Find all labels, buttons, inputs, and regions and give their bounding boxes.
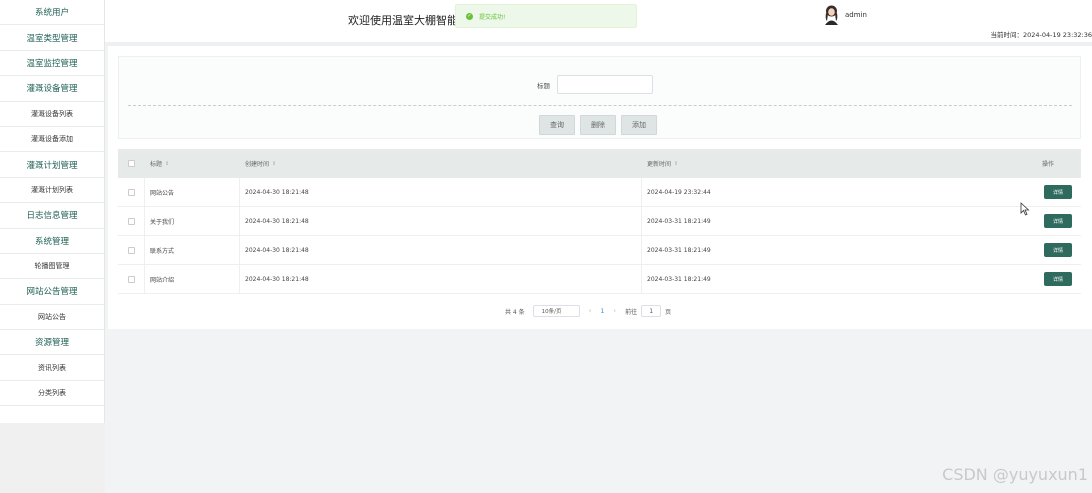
search-panel: 标题 查询 删除 添加 xyxy=(118,56,1081,139)
sidebar-item-greenhouse-monitor[interactable]: 温室监控管理 xyxy=(0,51,104,77)
check-circle-icon: ✓ xyxy=(466,12,473,20)
search-label: 标题 xyxy=(537,82,550,90)
sort-icon[interactable]: ⇕ xyxy=(165,161,169,167)
main-content: 标题 查询 删除 添加 标题 ⇕ 创建时间 ⇕ 更新时间 ⇕ 操作 网站公告 2024… xyxy=(108,46,1092,329)
notice-table: 标题 ⇕ 创建时间 ⇕ 更新时间 ⇕ 操作 网站公告 2024-04-30 18:21… xyxy=(118,149,1081,294)
detail-button[interactable]: 详情 xyxy=(1044,214,1072,228)
success-toast: ✓ 提交成功! xyxy=(455,4,637,28)
sidebar-item-category-list[interactable]: 分类列表 xyxy=(0,381,104,407)
cell-title: 关于我们 xyxy=(145,207,240,235)
goto-suffix: 页 xyxy=(665,308,672,316)
sidebar-item-device-list[interactable]: 灌溉设备列表 xyxy=(0,102,104,127)
table-row: 关于我们 2024-04-30 18:21:48 2024-03-31 18:2… xyxy=(118,207,1081,236)
col-updated[interactable]: 更新时间 xyxy=(647,159,671,168)
welcome-title: 欢迎使用温室大棚智能 xyxy=(348,14,458,27)
current-page[interactable]: 1 xyxy=(600,308,604,315)
watermark: CSDN @yuyuxun1 xyxy=(942,465,1088,484)
detail-button[interactable]: 详情 xyxy=(1044,243,1072,257)
table-row: 网站公告 2024-04-30 18:21:48 2024-04-19 23:3… xyxy=(118,178,1081,207)
sidebar-item-logs[interactable]: 日志信息管理 xyxy=(0,203,104,229)
cell-title: 网站公告 xyxy=(145,178,240,206)
goto-page-input[interactable]: 1 xyxy=(641,305,662,317)
current-time: 当前时间：2024-04-19 23:32:36 xyxy=(990,31,1092,39)
goto-prefix: 前往 xyxy=(625,308,638,316)
sidebar-item-greenhouse-types[interactable]: 温室类型管理 xyxy=(0,25,104,51)
sidebar-item-system-users[interactable]: 系统用户 xyxy=(0,0,104,26)
sidebar-item-plan-list[interactable]: 灌溉计划列表 xyxy=(0,178,104,204)
cell-updated: 2024-03-31 18:21:49 xyxy=(647,275,711,283)
avatar[interactable] xyxy=(823,5,840,25)
sort-icon[interactable]: ⇕ xyxy=(674,161,678,167)
sidebar-item-irrigation-devices[interactable]: 灌溉设备管理 xyxy=(0,76,104,102)
row-checkbox[interactable] xyxy=(127,188,135,196)
select-all-checkbox[interactable] xyxy=(128,160,135,167)
prev-page-icon[interactable]: ‹ xyxy=(589,307,592,315)
username[interactable]: admin xyxy=(845,11,867,19)
cell-created: 2024-04-30 18:21:48 xyxy=(240,207,642,235)
query-button[interactable]: 查询 xyxy=(539,115,575,135)
mouse-cursor-icon xyxy=(1020,202,1030,216)
detail-button[interactable]: 详情 xyxy=(1044,185,1072,199)
row-checkbox[interactable] xyxy=(127,246,135,254)
pagination: 共 4 条 10条/页 ‹ 1 › 前往 1 页 xyxy=(505,305,671,317)
delete-button[interactable]: 删除 xyxy=(580,115,616,135)
next-page-icon[interactable]: › xyxy=(613,307,616,315)
row-checkbox[interactable] xyxy=(127,275,135,283)
cell-title: 网站介绍 xyxy=(145,265,240,293)
sidebar-item-news-list[interactable]: 资讯列表 xyxy=(0,355,104,381)
page-size-select[interactable]: 10条/页 xyxy=(532,305,580,317)
sidebar-item-resources[interactable]: 资源管理 xyxy=(0,330,104,356)
total-count: 共 4 条 xyxy=(505,308,525,316)
add-button[interactable]: 添加 xyxy=(621,115,657,135)
toast-message: 提交成功! xyxy=(479,13,506,21)
cell-title: 联系方式 xyxy=(145,236,240,264)
table-header: 标题 ⇕ 创建时间 ⇕ 更新时间 ⇕ 操作 xyxy=(118,149,1081,178)
sort-icon[interactable]: ⇕ xyxy=(272,161,276,167)
sidebar-item-system-management[interactable]: 系统管理 xyxy=(0,229,104,254)
sidebar: 系统用户 温室类型管理 温室监控管理 灌溉设备管理 灌溉设备列表 灌溉设备添加 … xyxy=(0,0,105,423)
cell-updated: 2024-04-19 23:32:44 xyxy=(647,188,711,196)
cell-created: 2024-04-30 18:21:48 xyxy=(240,178,642,206)
divider xyxy=(128,105,1072,106)
title-search-input[interactable] xyxy=(557,75,653,94)
col-title[interactable]: 标题 xyxy=(150,159,162,168)
detail-button[interactable]: 详情 xyxy=(1044,272,1072,286)
top-header: 欢迎使用温室大棚智能 ✓ 提交成功! admin 当前时间：2024-04-19… xyxy=(105,0,1092,42)
sidebar-item-notice[interactable]: 网站公告 xyxy=(0,305,104,331)
cell-updated: 2024-03-31 18:21:49 xyxy=(647,246,711,254)
sidebar-item-notice-management[interactable]: 网站公告管理 xyxy=(0,279,104,305)
cell-created: 2024-04-30 18:21:48 xyxy=(240,236,642,264)
sidebar-item-irrigation-plans[interactable]: 灌溉计划管理 xyxy=(0,152,104,178)
sidebar-footer xyxy=(0,423,105,493)
table-row: 联系方式 2024-04-30 18:21:48 2024-03-31 18:2… xyxy=(118,236,1081,265)
sidebar-item-carousel[interactable]: 轮播图管理 xyxy=(0,254,104,280)
col-action: 操作 xyxy=(1042,161,1055,168)
sidebar-item-device-add[interactable]: 灌溉设备添加 xyxy=(0,127,104,153)
col-created[interactable]: 创建时间 xyxy=(245,159,269,168)
row-checkbox[interactable] xyxy=(127,217,135,225)
cell-updated: 2024-03-31 18:21:49 xyxy=(647,217,711,225)
table-row: 网站介绍 2024-04-30 18:21:48 2024-03-31 18:2… xyxy=(118,265,1081,294)
cell-created: 2024-04-30 18:21:48 xyxy=(240,265,642,293)
